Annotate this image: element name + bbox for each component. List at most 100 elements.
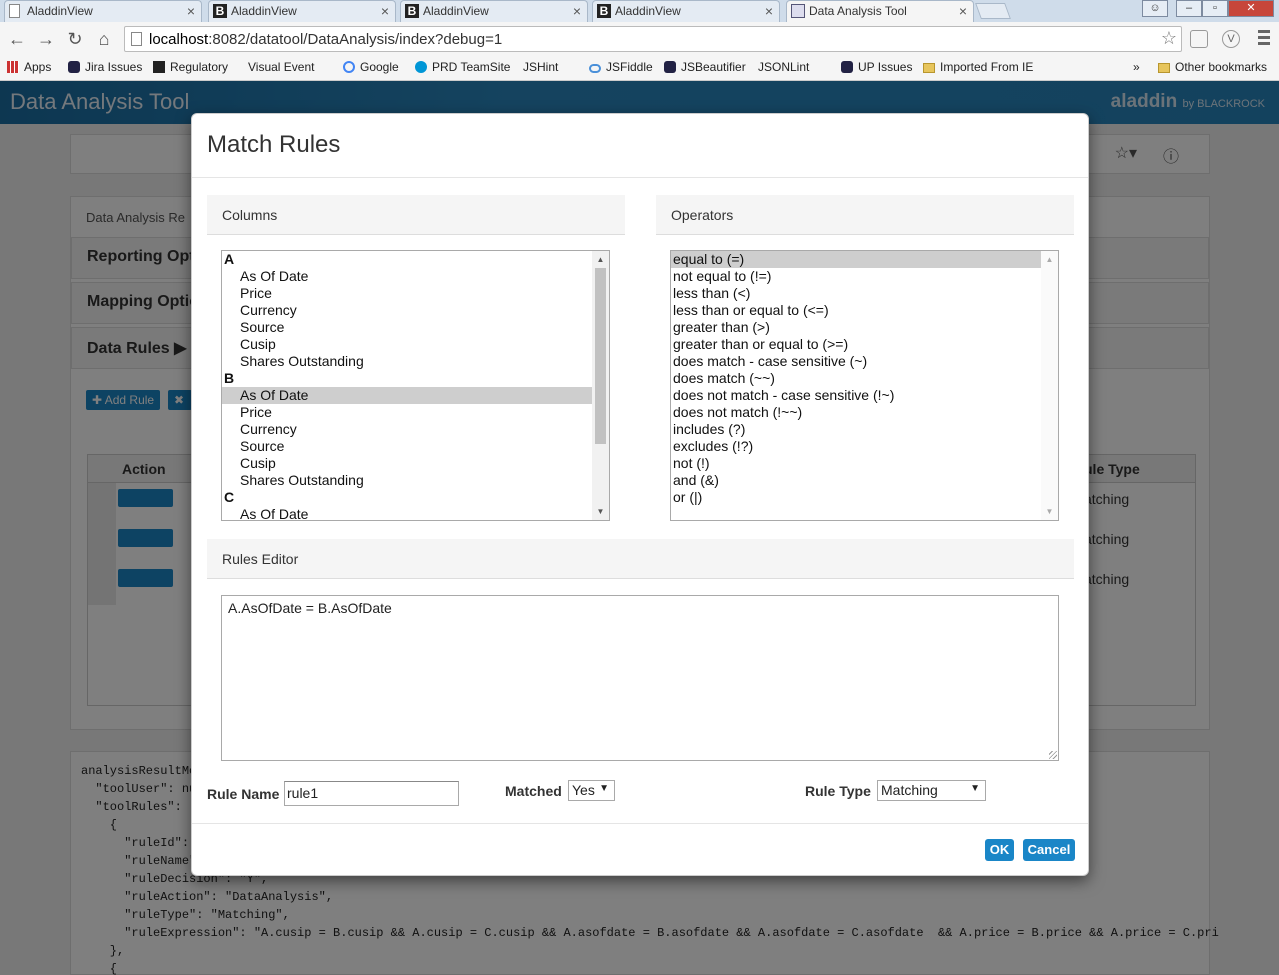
- image-icon: [791, 4, 805, 18]
- column-option[interactable]: As Of Date: [222, 387, 593, 404]
- column-option[interactable]: Source: [222, 438, 593, 455]
- close-window-button[interactable]: ✕: [1228, 0, 1274, 17]
- browser-toolbar: ← → ↻ ⌂ localhost:8082/datatool/DataAnal…: [0, 22, 1279, 56]
- ok-button[interactable]: OK: [985, 839, 1014, 861]
- bookmark-other[interactable]: Other bookmarks: [1158, 60, 1267, 74]
- bookmarks-overflow-chevron[interactable]: »: [1133, 60, 1140, 74]
- v-extension-icon[interactable]: V: [1222, 30, 1240, 48]
- scroll-down-icon[interactable]: ▼: [592, 503, 609, 520]
- bookmark-prd-teamsite[interactable]: PRD TeamSite: [415, 60, 510, 74]
- operator-option[interactable]: does not match (!~~): [671, 404, 1042, 421]
- columns-listbox[interactable]: A As Of Date Price Currency Source Cusip Share…: [221, 250, 610, 521]
- scrollbar[interactable]: ▲ ▼: [1041, 251, 1058, 520]
- rule-name-input[interactable]: rule1: [284, 781, 459, 806]
- column-option[interactable]: Currency: [222, 421, 593, 438]
- back-arrow-icon[interactable]: ←: [6, 28, 28, 50]
- operator-option[interactable]: less than (<): [671, 285, 1042, 302]
- bookmark-visual-event[interactable]: Visual Event: [248, 60, 315, 196]
- operator-option[interactable]: greater than (>): [671, 319, 1042, 336]
- scroll-thumb[interactable]: [595, 268, 606, 444]
- google-icon: [343, 61, 355, 73]
- bookmark-star-icon[interactable]: ☆: [1161, 28, 1177, 49]
- operator-option[interactable]: not (!): [671, 455, 1042, 472]
- operator-option[interactable]: does not match - case sensitive (!~): [671, 387, 1042, 404]
- operator-option[interactable]: less than or equal to (<=): [671, 302, 1042, 319]
- b-logo-icon: [153, 61, 165, 73]
- menu-icon[interactable]: [1258, 30, 1270, 48]
- forward-arrow-icon[interactable]: →: [35, 28, 57, 50]
- bug-icon: [841, 61, 853, 73]
- column-option[interactable]: Price: [222, 404, 593, 421]
- column-option[interactable]: Source: [222, 319, 593, 336]
- rule-expression-textarea[interactable]: A.AsOfDate = B.AsOfDate: [221, 595, 1059, 761]
- column-group-label: C: [224, 489, 235, 505]
- operator-option[interactable]: and (&): [671, 472, 1042, 489]
- tab-title: AladdinView: [615, 4, 681, 18]
- bookmark-jsonlint[interactable]: JSONLint: [758, 60, 809, 196]
- operator-option[interactable]: equal to (=): [671, 251, 1042, 268]
- matched-select[interactable]: Yes ▼: [568, 780, 615, 801]
- jira-icon: [68, 61, 80, 73]
- b-logo-icon: B: [213, 4, 227, 18]
- reload-icon[interactable]: ↻: [64, 28, 86, 50]
- bookmark-google[interactable]: Google: [343, 60, 399, 74]
- close-tab-icon[interactable]: ×: [573, 1, 581, 21]
- column-option[interactable]: As Of Date: [222, 506, 593, 520]
- tab-title: Data Analysis Tool: [809, 4, 907, 18]
- page-icon: [9, 4, 20, 18]
- operator-option[interactable]: includes (?): [671, 421, 1042, 438]
- user-icon[interactable]: ☺: [1142, 0, 1168, 17]
- close-tab-icon[interactable]: ×: [765, 1, 773, 21]
- maximize-button[interactable]: ▫: [1202, 0, 1228, 17]
- column-option[interactable]: Shares Outstanding: [222, 353, 593, 370]
- columns-section-header: Columns: [207, 195, 625, 235]
- bookmark-imported-from-ie[interactable]: Imported From IE: [923, 60, 1033, 74]
- rules-editor-section-header: Rules Editor: [207, 539, 1074, 579]
- address-bar[interactable]: localhost:8082/datatool/DataAnalysis/ind…: [124, 26, 1182, 52]
- operators-listbox[interactable]: equal to (=) not equal to (!=) less than (…: [670, 250, 1059, 521]
- column-option[interactable]: As Of Date: [222, 268, 593, 285]
- scroll-up-icon[interactable]: ▲: [592, 251, 609, 268]
- bookmark-apps[interactable]: Apps: [7, 60, 51, 74]
- folder-icon: [1158, 63, 1170, 73]
- bookmark-jsbeautifier[interactable]: JSBeautifier: [664, 60, 746, 74]
- url-text[interactable]: localhost:8082/datatool/DataAnalysis/ind…: [149, 31, 502, 48]
- column-option[interactable]: Cusip: [222, 455, 593, 472]
- close-tab-icon[interactable]: ×: [381, 1, 389, 21]
- operator-option[interactable]: greater than or equal to (>=): [671, 336, 1042, 353]
- close-tab-icon[interactable]: ×: [187, 1, 195, 21]
- minimize-button[interactable]: –: [1176, 0, 1202, 17]
- bookmark-jsfiddle[interactable]: JSFiddle: [589, 60, 653, 74]
- browser-tab[interactable]: AladdinView ×: [4, 0, 202, 22]
- operator-option[interactable]: does match - case sensitive (~): [671, 353, 1042, 370]
- operator-option[interactable]: or (|): [671, 489, 1042, 506]
- cloud-icon: [589, 64, 601, 73]
- rule-type-select[interactable]: Matching ▼: [877, 780, 986, 801]
- bookmark-jshint[interactable]: JSHint: [523, 60, 558, 196]
- close-tab-icon[interactable]: ×: [959, 1, 967, 21]
- bookmark-jira[interactable]: Jira Issues: [68, 60, 142, 74]
- column-option[interactable]: Shares Outstanding: [222, 472, 593, 489]
- bookmark-up-issues[interactable]: UP Issues: [841, 60, 912, 74]
- bookmark-regulatory[interactable]: Regulatory: [153, 60, 228, 74]
- home-icon[interactable]: ⌂: [93, 28, 115, 50]
- cancel-button[interactable]: Cancel: [1023, 839, 1075, 861]
- scrollbar[interactable]: ▲ ▼: [592, 251, 609, 520]
- operator-option[interactable]: not equal to (!=): [671, 268, 1042, 285]
- scroll-down-icon[interactable]: ▼: [1041, 503, 1058, 520]
- column-option[interactable]: Price: [222, 285, 593, 302]
- column-option[interactable]: Cusip: [222, 336, 593, 353]
- resize-grip-icon[interactable]: [1049, 751, 1057, 759]
- browser-tab[interactable]: B AladdinView ×: [592, 0, 780, 22]
- new-tab-button[interactable]: [975, 3, 1011, 19]
- scroll-up-icon[interactable]: ▲: [1041, 251, 1058, 268]
- column-option[interactable]: Currency: [222, 302, 593, 319]
- operator-option[interactable]: excludes (!?): [671, 438, 1042, 455]
- browser-tab[interactable]: B AladdinView ×: [208, 0, 396, 22]
- browser-tab-active[interactable]: Data Analysis Tool ×: [786, 0, 974, 22]
- extension-icon[interactable]: [1190, 30, 1208, 48]
- operator-option[interactable]: does match (~~): [671, 370, 1042, 387]
- rule-name-label: Rule Name: [207, 786, 280, 802]
- browser-tab[interactable]: B AladdinView ×: [400, 0, 588, 22]
- tab-title: AladdinView: [27, 4, 93, 18]
